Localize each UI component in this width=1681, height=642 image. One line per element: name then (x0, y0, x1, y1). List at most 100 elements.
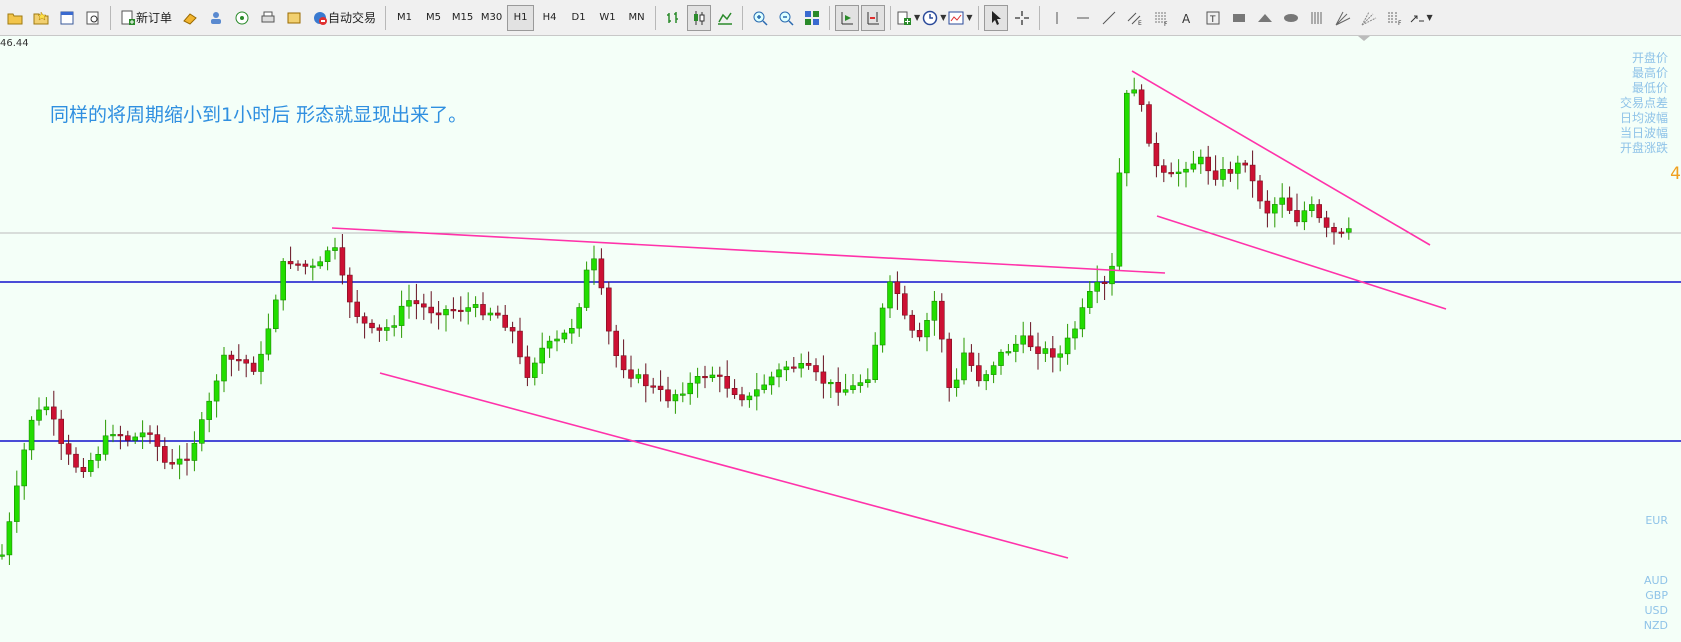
zoom-out-button[interactable] (774, 5, 798, 31)
channel-icon: E (1127, 12, 1142, 26)
candle-body (1146, 104, 1152, 144)
trendline-tool[interactable] (1097, 5, 1121, 31)
bar-chart-icon (667, 11, 679, 23)
navigator-button[interactable] (81, 5, 105, 31)
dropdown-arrow-icon: ▼ (966, 13, 973, 22)
timeframe-mn[interactable]: MN (623, 5, 650, 31)
candle-body (1153, 143, 1160, 167)
candle-body (642, 374, 649, 387)
candle-body (679, 393, 686, 396)
auto-scroll-button[interactable] (835, 4, 860, 31)
indicators-button[interactable]: ▼ (896, 5, 920, 31)
timeframe-h4[interactable]: H4 (536, 5, 563, 31)
ellipse-tool[interactable] (1279, 5, 1303, 31)
gann-grid-tool[interactable] (1305, 5, 1329, 31)
candle-body (228, 354, 235, 360)
timeframe-m30[interactable]: M30 (478, 5, 505, 31)
horizontal-line-tool[interactable] (1071, 5, 1095, 31)
candle-body (339, 247, 346, 276)
candle-body (1346, 228, 1352, 233)
signals-button[interactable] (230, 5, 254, 31)
candle-body (975, 365, 982, 382)
auto-trade-button[interactable]: 自动交易 (308, 5, 380, 31)
crosshair-tool[interactable] (1010, 5, 1034, 31)
svg-text:E: E (1138, 20, 1142, 26)
candle-body (672, 394, 679, 402)
timeframe-m5[interactable]: M5 (420, 5, 447, 31)
wedge-upper-line[interactable] (1131, 70, 1431, 246)
candle-body (546, 340, 553, 349)
candle-body (938, 300, 945, 340)
candle-body (346, 274, 353, 303)
zoom-in-button[interactable] (748, 5, 772, 31)
market-watch-button[interactable] (55, 5, 79, 31)
zoom-in-icon (753, 11, 768, 26)
gold-button[interactable] (178, 5, 202, 31)
profiles-icon (33, 10, 49, 24)
fibonacci-tool[interactable]: F (1149, 5, 1173, 31)
candle-body (776, 369, 782, 378)
templates-button[interactable]: ▼ (948, 5, 973, 31)
gann-grid-icon (1311, 11, 1321, 24)
candle-body (236, 359, 242, 362)
timeframe-m1[interactable]: M1 (391, 5, 418, 31)
candlestick-chart-button[interactable] (687, 4, 712, 31)
candle-body (1264, 200, 1271, 214)
candle-body (731, 387, 738, 395)
info-open-price: 开盘价 (1631, 51, 1668, 65)
text-label-tool[interactable]: T (1201, 5, 1225, 31)
candle-body (213, 380, 220, 402)
candle-body (753, 389, 760, 397)
trendline-upper[interactable] (331, 227, 1166, 274)
candle-body (650, 385, 657, 388)
candle-body (894, 281, 901, 294)
fibonacci-timezones-tool[interactable]: F (1383, 5, 1407, 31)
candle-body (924, 319, 930, 338)
currency-aud: AUD (1643, 574, 1668, 587)
cursor-tool[interactable] (983, 4, 1008, 31)
arrow-tools-icon (1410, 15, 1424, 22)
candle-body (457, 309, 464, 313)
candle-body (443, 309, 449, 316)
new-order-button[interactable]: 新订单 (116, 5, 176, 31)
line-chart-button[interactable] (713, 5, 737, 31)
print-button[interactable] (256, 5, 280, 31)
candle-body (583, 269, 590, 308)
candle-body (480, 304, 486, 316)
arrows-tool[interactable]: ▼ (1409, 5, 1433, 31)
candle-body (154, 434, 161, 447)
account-button[interactable] (204, 5, 228, 31)
timeframe-d1[interactable]: D1 (565, 5, 592, 31)
candle-body (665, 389, 671, 402)
periods-button[interactable]: ▼ (922, 5, 946, 31)
candle-body (73, 453, 79, 468)
line-chart-icon (718, 12, 733, 25)
ellipse-icon (1283, 13, 1298, 22)
info-today-range: 当日波幅 (1619, 126, 1668, 140)
candle-body (509, 327, 516, 332)
gann-fan-tool[interactable] (1331, 5, 1355, 31)
candle-body (1124, 92, 1130, 174)
text-tool[interactable]: A (1175, 5, 1199, 31)
timeframe-w1[interactable]: W1 (594, 5, 621, 31)
chart-shift-button[interactable] (861, 4, 886, 31)
candle-body (628, 369, 634, 379)
timeframe-m15[interactable]: M15 (449, 5, 476, 31)
triangle-tool[interactable] (1253, 5, 1277, 31)
open-folder-button[interactable] (3, 5, 27, 31)
candle-body (406, 300, 412, 307)
bar-chart-button[interactable] (661, 5, 685, 31)
experts-button[interactable] (282, 5, 306, 31)
timeframe-h1[interactable]: H1 (507, 4, 535, 31)
fibonacci-fan-tool[interactable] (1357, 5, 1381, 31)
profiles-button[interactable] (29, 5, 53, 31)
vertical-line-tool[interactable] (1045, 5, 1069, 31)
tile-windows-button[interactable] (800, 5, 824, 31)
rectangle-tool[interactable] (1227, 5, 1251, 31)
equidistant-channel-tool[interactable]: E (1123, 5, 1147, 31)
scroll-marker[interactable] (1358, 36, 1370, 41)
trendline-lower[interactable] (379, 372, 1069, 559)
candle-body (709, 374, 716, 379)
candle-body (857, 382, 864, 386)
candle-body (428, 306, 435, 314)
